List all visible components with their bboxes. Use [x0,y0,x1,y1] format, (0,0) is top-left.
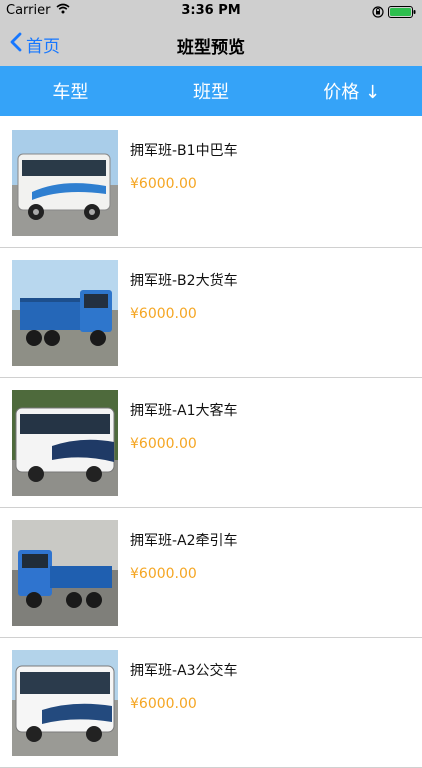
list-item[interactable]: 拥军班-B2大货车 ¥6000.00 [0,248,422,378]
filter-tab-bar: 车型 班型 价格 ↓ [0,66,422,116]
item-price: ¥6000.00 [130,176,197,192]
tab-class-type[interactable]: 班型 [141,66,282,116]
status-time: 3:36 PM [181,3,241,18]
class-list: 拥军班-B1中巴车 ¥6000.00 拥军班-B2大货车 ¥6000.00 拥军… [0,118,422,768]
tab-price[interactable]: 价格 ↓ [281,66,422,116]
list-item[interactable]: 拥军班-A2牵引车 ¥6000.00 [0,508,422,638]
page-title: 班型预览 [177,38,245,58]
status-right [372,3,416,22]
item-price: ¥6000.00 [130,306,197,322]
item-price: ¥6000.00 [130,696,197,712]
vehicle-photo-truck [12,260,118,366]
vehicle-photo-coach [12,390,118,496]
status-bar: Carrier 3:36 PM [0,0,422,22]
tab-vehicle-type[interactable]: 车型 [0,66,141,116]
battery-icon [388,3,416,22]
vehicle-photo-tractor-truck [12,520,118,626]
orientation-lock-icon [372,3,384,22]
list-item[interactable]: 拥军班-B1中巴车 ¥6000.00 [0,118,422,248]
item-price: ¥6000.00 [130,566,197,582]
item-name: 拥军班-A1大客车 [130,403,238,419]
item-price: ¥6000.00 [130,436,197,452]
vehicle-photo-minibus [12,130,118,236]
item-name: 拥军班-B2大货车 [130,273,238,289]
list-item[interactable]: 拥军班-A3公交车 ¥6000.00 [0,638,422,768]
tab-label: 班型 [193,82,229,103]
item-name: 拥军班-B1中巴车 [130,143,238,159]
tab-label: 车型 [52,82,89,103]
navigation-bar: 首页 班型预览 [0,22,422,66]
item-name: 拥军班-A2牵引车 [130,533,238,549]
vehicle-photo-bus [12,650,118,756]
item-name: 拥军班-A3公交车 [130,663,238,679]
list-item[interactable]: 拥军班-A1大客车 ¥6000.00 [0,378,422,508]
tab-label: 价格 ↓ [323,82,381,103]
